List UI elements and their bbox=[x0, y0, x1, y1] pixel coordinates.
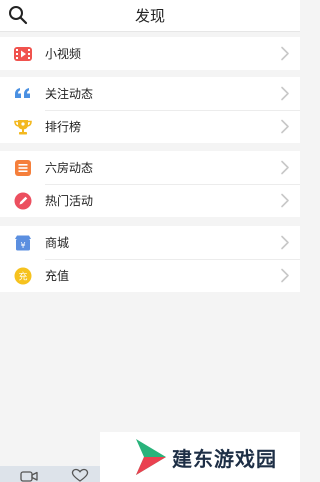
top-bar: 发现 bbox=[0, 0, 300, 32]
menu-item-leaderboard[interactable]: 排行榜 bbox=[0, 110, 300, 143]
watermark: 建东游戏园 bbox=[100, 432, 300, 482]
menu-item-recharge[interactable]: 充 充值 bbox=[0, 259, 300, 292]
menu-item-shop[interactable]: ¥ 商城 bbox=[0, 226, 300, 259]
menu-item-short-video[interactable]: 小视频 bbox=[0, 37, 300, 70]
menu-item-label: 排行榜 bbox=[45, 120, 82, 134]
menu-item-label: 商城 bbox=[45, 236, 70, 250]
bottom-tab-bar bbox=[0, 466, 100, 482]
chevron-right-icon bbox=[281, 268, 289, 283]
svg-text:¥: ¥ bbox=[20, 241, 25, 250]
menu-item-room-feed[interactable]: 六房动态 bbox=[0, 151, 300, 184]
quote-icon bbox=[15, 88, 30, 98]
chevron-right-icon bbox=[281, 119, 289, 134]
recharge-icon: 充 bbox=[14, 267, 32, 285]
watermark-logo-icon bbox=[136, 439, 166, 475]
chevron-right-icon bbox=[281, 46, 289, 61]
menu-item-hot-events[interactable]: 热门活动 bbox=[0, 184, 300, 217]
menu-item-label: 关注动态 bbox=[45, 87, 94, 101]
video-camera-icon[interactable] bbox=[20, 470, 38, 482]
menu-group-social: 关注动态 排行榜 bbox=[0, 77, 300, 143]
discover-page: 发现 小视频 关注动态 排行榜 六房动态 热门活动 ¥ 商城 充 充值 建东游戏… bbox=[0, 0, 300, 482]
menu-group-activity: 六房动态 热门活动 bbox=[0, 151, 300, 217]
trophy-icon bbox=[14, 120, 32, 135]
shop-icon: ¥ bbox=[15, 235, 31, 251]
menu-item-label: 充值 bbox=[45, 269, 70, 283]
menu-item-label: 热门活动 bbox=[45, 194, 94, 208]
svg-text:充: 充 bbox=[18, 271, 27, 283]
watermark-text: 建东游戏园 bbox=[172, 447, 277, 471]
chevron-right-icon bbox=[281, 193, 289, 208]
list-icon bbox=[15, 160, 31, 176]
chevron-right-icon bbox=[281, 160, 289, 175]
chevron-right-icon bbox=[281, 235, 289, 250]
page-title: 发现 bbox=[134, 7, 165, 25]
menu-group-video: 小视频 bbox=[0, 37, 300, 70]
menu-item-label: 六房动态 bbox=[45, 161, 94, 175]
menu-group-commerce: ¥ 商城 充 充值 bbox=[0, 226, 300, 292]
menu-item-following-feed[interactable]: 关注动态 bbox=[0, 77, 300, 110]
video-icon bbox=[14, 47, 32, 61]
pencil-icon bbox=[14, 192, 32, 210]
chevron-right-icon bbox=[281, 86, 289, 101]
menu-item-label: 小视频 bbox=[45, 47, 82, 61]
heart-icon[interactable] bbox=[70, 468, 90, 482]
